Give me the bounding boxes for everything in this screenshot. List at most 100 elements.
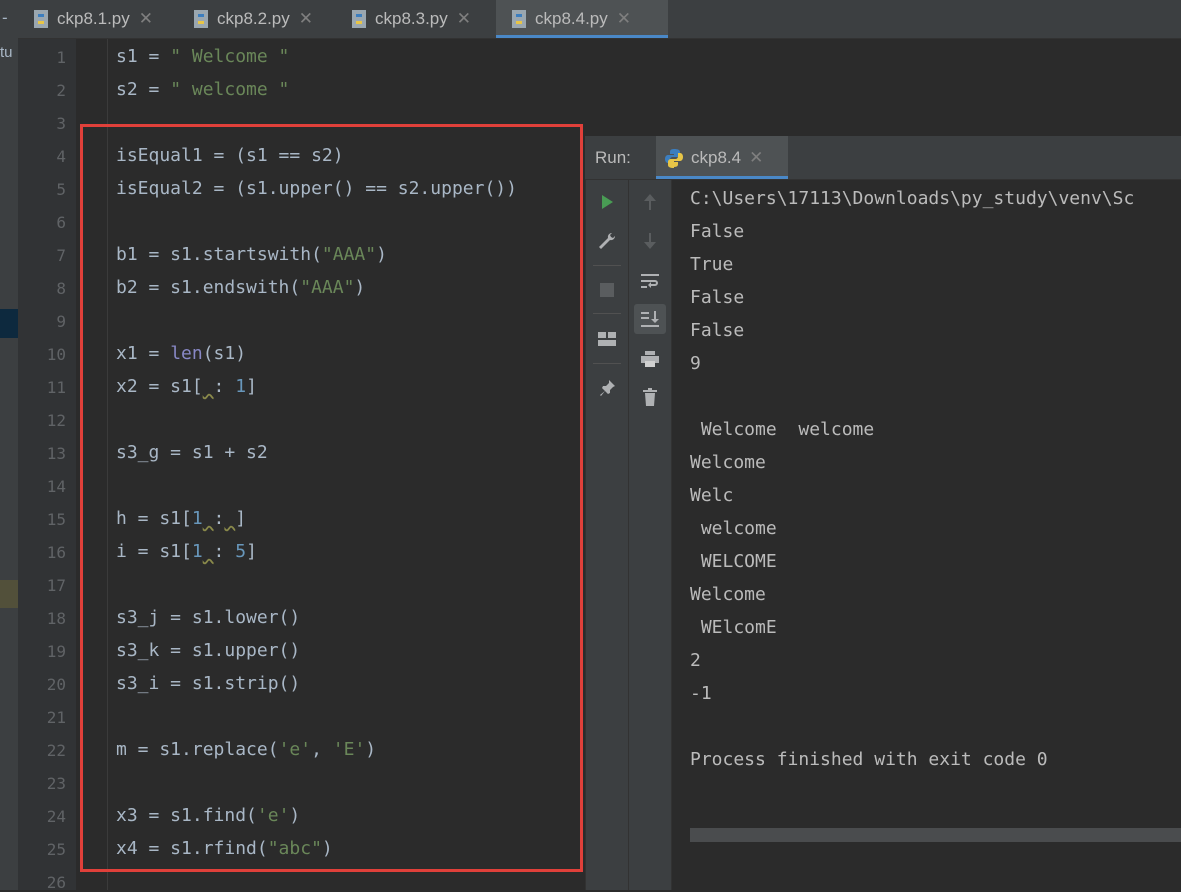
console-line: welcome [690, 518, 777, 539]
console-line: False [690, 287, 745, 308]
close-icon[interactable]: ✕ [139, 9, 153, 29]
console-line: 9 [690, 353, 701, 374]
console-line: WELCOME [690, 551, 777, 572]
toolbar-separator [593, 313, 621, 314]
line-number: 9 [56, 312, 66, 331]
line-number: 10 [46, 345, 66, 364]
edit-config-button[interactable] [591, 226, 623, 256]
console-line: True [690, 254, 734, 275]
code-line-2: s2 = " welcome " [116, 79, 290, 100]
line-number: 4 [56, 147, 66, 166]
play-icon [602, 195, 613, 209]
console-line: WElcomE [690, 617, 777, 638]
tab-label: ckp8.3.py [375, 9, 448, 28]
close-icon[interactable]: ✕ [457, 9, 471, 29]
python-file-icon [512, 10, 526, 28]
python-file-icon [34, 10, 48, 28]
run-config-tab[interactable]: ckp8.4 ✕ [656, 136, 788, 179]
trash-icon [643, 388, 657, 406]
console-line: Welcome [690, 452, 766, 473]
python-file-icon [194, 10, 208, 28]
run-label: Run: [595, 148, 631, 167]
line-number: 2 [56, 81, 66, 100]
tab-label: ckp8.2.py [217, 9, 290, 28]
tab-ckp8-2[interactable]: ckp8.2.py ✕ [192, 0, 350, 38]
run-toolbar-primary [586, 180, 629, 890]
soft-wrap-icon [641, 274, 659, 288]
line-number: 8 [56, 279, 66, 298]
console-line: False [690, 320, 745, 341]
stop-icon [600, 283, 614, 297]
line-number: 26 [46, 873, 66, 892]
tab-label: ckp8.4.py [535, 9, 608, 28]
run-tool-window [585, 136, 1181, 890]
close-icon[interactable]: ✕ [299, 9, 313, 29]
line-number: 21 [46, 708, 66, 727]
close-icon[interactable]: ✕ [749, 148, 763, 168]
horizontal-scrollbar[interactable] [690, 828, 1181, 842]
annotation-highlight-box [80, 124, 583, 872]
pin-icon [600, 380, 615, 396]
python-file-icon [352, 10, 366, 28]
panel-collapse-dash[interactable]: - [0, 8, 10, 27]
line-number: 6 [56, 213, 66, 232]
editor-tab-bar: ckp8.1.py ✕ ckp8.2.py ✕ ckp8.3.py ✕ ckp8… [18, 0, 1181, 39]
line-number: 22 [46, 741, 66, 760]
scroll-to-end-icon [641, 311, 659, 327]
line-number: 12 [46, 411, 66, 430]
pin-tab-button[interactable] [591, 373, 623, 403]
wrench-icon [599, 232, 616, 249]
scroll-up-button[interactable] [634, 187, 666, 217]
line-number: 25 [46, 840, 66, 859]
run-toolbar-secondary [629, 180, 672, 890]
console-line: Process finished with exit code 0 [690, 749, 1048, 770]
close-icon[interactable]: ✕ [617, 9, 631, 29]
tab-ckp8-3[interactable]: ckp8.3.py ✕ [350, 0, 510, 38]
line-number: 17 [46, 576, 66, 595]
arrow-up-icon [644, 194, 656, 210]
line-number-gutter: 1 2 3 4 5 6 7 8 9 10 11 12 13 14 15 16 1… [18, 39, 76, 892]
code-line-1: s1 = " Welcome " [116, 46, 290, 67]
tab-label: ckp8.1.py [57, 9, 130, 28]
python-icon [665, 148, 683, 168]
line-number: 15 [46, 510, 66, 529]
project-panel-edge: - tu [0, 0, 18, 890]
printer-icon [641, 351, 659, 367]
print-button[interactable] [634, 344, 666, 374]
project-item-highlight [0, 580, 18, 608]
scroll-down-button[interactable] [634, 226, 666, 256]
stop-button[interactable] [591, 275, 623, 305]
scroll-to-end-button[interactable] [634, 304, 666, 334]
line-number: 3 [56, 114, 66, 133]
line-number: 5 [56, 180, 66, 199]
restore-layout-button[interactable] [591, 324, 623, 354]
line-number: 23 [46, 774, 66, 793]
run-tab-label: ckp8.4 [691, 147, 742, 167]
console-line: Welc [690, 485, 734, 506]
line-number: 24 [46, 807, 66, 826]
arrow-down-icon [644, 233, 656, 249]
rerun-button[interactable] [591, 187, 623, 217]
console-line: Welcome welcome [690, 419, 875, 440]
line-number: 13 [46, 444, 66, 463]
line-number: 7 [56, 246, 66, 265]
console-line: Welcome [690, 584, 766, 605]
tab-ckp8-1[interactable]: ckp8.1.py ✕ [32, 0, 192, 38]
line-number: 14 [46, 477, 66, 496]
project-selection-highlight [0, 309, 18, 338]
soft-wrap-button[interactable] [634, 266, 666, 296]
console-line: 2 [690, 650, 701, 671]
line-number: 20 [46, 675, 66, 694]
tab-ckp8-4[interactable]: ckp8.4.py ✕ [496, 0, 668, 38]
layout-icon [598, 332, 616, 346]
toolbar-separator [593, 265, 621, 266]
toolbar-separator [593, 363, 621, 364]
line-number: 16 [46, 543, 66, 562]
console-line: C:\Users\17113\Downloads\py_study\venv\S… [690, 188, 1135, 209]
line-number: 18 [46, 609, 66, 628]
line-number: 11 [46, 378, 66, 397]
clear-all-button[interactable] [634, 382, 666, 412]
line-number: 1 [56, 48, 66, 67]
console-line: -1 [690, 683, 712, 704]
line-number: 19 [46, 642, 66, 661]
